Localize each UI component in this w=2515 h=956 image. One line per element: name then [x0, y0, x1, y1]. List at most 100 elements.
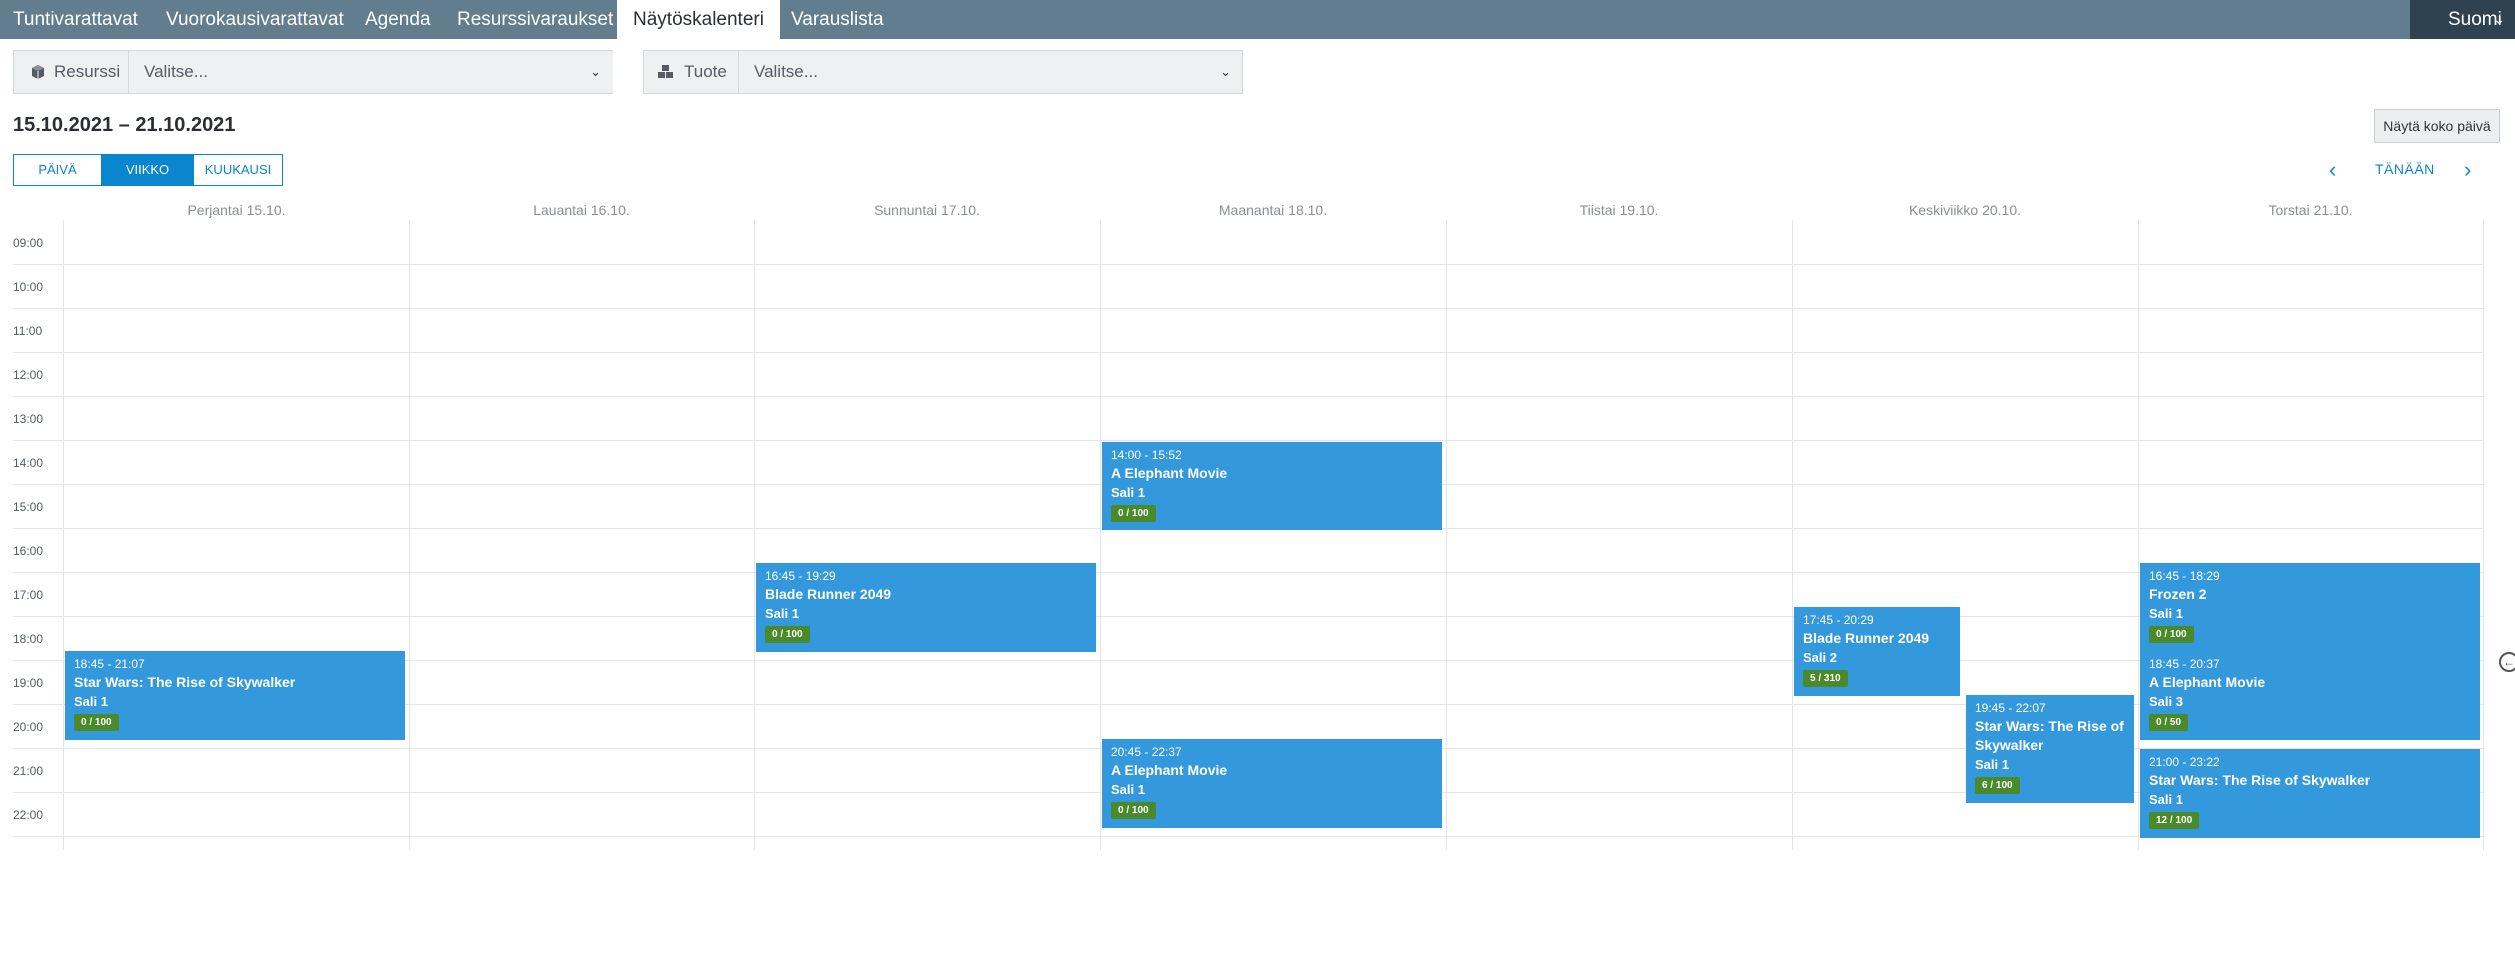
- tab-agenda[interactable]: Agenda: [365, 0, 431, 39]
- product-select[interactable]: Valitse... ⌄: [739, 51, 1243, 93]
- day-header: Sunnuntai 17.10.: [874, 202, 980, 218]
- grid-line: [1100, 220, 1101, 850]
- chevron-down-icon: ⌄: [590, 64, 601, 79]
- view-month-button[interactable]: KUUKAUSI: [194, 155, 282, 185]
- tab-varauslista[interactable]: Varauslista: [791, 0, 884, 39]
- event-title: A Elephant Movie: [2149, 674, 2266, 690]
- resource-select[interactable]: Valitse... ⌄: [129, 51, 613, 93]
- event-room: Sali 1: [1111, 485, 1145, 500]
- time-label: 11:00: [13, 324, 43, 338]
- chevron-right-icon[interactable]: ›: [2464, 159, 2471, 181]
- resource-filter-label: Resurssi: [14, 51, 129, 93]
- calendar-event[interactable]: 18:45 - 21:07 Star Wars: The Rise of Sky…: [65, 651, 405, 740]
- resource-select-value: Valitse...: [144, 62, 208, 81]
- event-room: Sali 1: [74, 694, 108, 709]
- event-title: Blade Runner 2049: [1803, 630, 1930, 646]
- event-capacity-badge: 5 / 310: [1803, 670, 1848, 687]
- event-time: 21:00 - 23:22: [2149, 755, 2220, 769]
- event-capacity-badge: 12 / 100: [2149, 812, 2200, 829]
- calendar-event[interactable]: 21:00 - 23:22 Star Wars: The Rise of Sky…: [2140, 749, 2480, 838]
- time-label: 09:00: [13, 236, 44, 250]
- grid-line: [13, 264, 2483, 265]
- grid-line: [13, 308, 2483, 309]
- event-capacity-badge: 0 / 100: [1111, 802, 1156, 819]
- calendar-event[interactable]: 19:45 - 22:07 Star Wars: The Rise of Sky…: [1966, 695, 2134, 803]
- product-filter: Tuote Valitse... ⌄: [643, 50, 1243, 94]
- calendar-event[interactable]: 20:45 - 22:37 A Elephant Movie Sali 1 0 …: [1102, 739, 1442, 828]
- event-time: 18:45 - 20:37: [2149, 657, 2220, 671]
- cubes-icon: [658, 65, 673, 78]
- event-room: Sali 3: [2149, 694, 2183, 709]
- grid-line: [409, 220, 410, 850]
- today-button[interactable]: TÄNÄÄN: [2375, 161, 2435, 177]
- chevron-left-icon[interactable]: ‹: [2329, 159, 2336, 181]
- time-label: 17:00: [13, 588, 44, 602]
- grid-line: [1792, 220, 1793, 850]
- grid-line: [754, 220, 755, 850]
- top-navigation: Tuntivarattavat Vuorokausivarattavat Age…: [0, 0, 2515, 39]
- calendar-event[interactable]: 18:45 - 20:37 A Elephant Movie Sali 3 0 …: [2140, 651, 2480, 740]
- event-room: Sali 1: [1111, 782, 1145, 797]
- time-label: 22:00: [13, 808, 44, 822]
- event-capacity-badge: 0 / 100: [765, 626, 810, 643]
- grid-line: [13, 440, 2483, 441]
- view-week-button[interactable]: VIIKKO: [102, 155, 194, 185]
- view-day-button[interactable]: PÄIVÄ: [14, 155, 102, 185]
- time-label: 14:00: [13, 456, 44, 470]
- calendar-event[interactable]: 14:00 - 15:52 A Elephant Movie Sali 1 0 …: [1102, 442, 1442, 530]
- time-label: 20:00: [13, 720, 44, 734]
- show-full-day-button[interactable]: Näytä koko päivä: [2374, 109, 2500, 143]
- grid-line: [13, 572, 2483, 573]
- event-capacity-badge: 0 / 100: [74, 714, 119, 731]
- day-header: Lauantai 16.10.: [533, 202, 630, 218]
- cube-icon: [32, 65, 44, 79]
- event-room: Sali 1: [2149, 792, 2183, 807]
- event-time: 16:45 - 19:29: [765, 569, 836, 583]
- chevron-down-icon: ⌄: [1220, 64, 1231, 79]
- day-header: Maanantai 18.10.: [1218, 202, 1328, 218]
- grid-line: [13, 836, 2483, 837]
- event-room: Sali 2: [1803, 650, 1837, 665]
- event-room: Sali 1: [765, 606, 799, 621]
- event-time: 17:45 - 20:29: [1803, 613, 1874, 627]
- grid-line: [2483, 220, 2484, 850]
- chevron-down-icon: ⌄: [2493, 11, 2505, 27]
- tab-resurssivaraukset[interactable]: Resurssivaraukset: [457, 0, 613, 39]
- event-capacity-badge: 0 / 100: [1111, 505, 1156, 522]
- event-title: Star Wars: The Rise of Skywalker: [2149, 772, 2371, 788]
- tab-naytoskalenteri[interactable]: Näytöskalenteri: [617, 0, 780, 39]
- grid-line: [13, 352, 2483, 353]
- time-label: 15:00: [13, 500, 44, 514]
- time-label: 19:00: [13, 676, 44, 690]
- arrow-left-circle-icon[interactable]: ←: [2499, 652, 2515, 672]
- event-title: Blade Runner 2049: [765, 586, 892, 602]
- product-filter-label-text: Tuote: [684, 62, 727, 81]
- grid-line: [1446, 220, 1447, 850]
- tab-tuntivarattavat[interactable]: Tuntivarattavat: [13, 0, 138, 39]
- view-switcher: PÄIVÄ VIIKKO KUUKAUSI: [13, 154, 283, 186]
- event-time: 18:45 - 21:07: [74, 657, 145, 671]
- event-title: Frozen 2: [2149, 586, 2207, 602]
- event-title: Star Wars: The Rise of Skywalker: [1975, 718, 2124, 753]
- day-header: Keskiviikko 20.10.: [1908, 202, 2022, 218]
- event-title: A Elephant Movie: [1111, 465, 1228, 481]
- grid-line: [13, 396, 2483, 397]
- calendar-event[interactable]: 17:45 - 20:29 Blade Runner 2049 Sali 2 5…: [1794, 607, 1960, 696]
- event-time: 19:45 - 22:07: [1975, 701, 2046, 715]
- event-capacity-badge: 0 / 100: [2149, 626, 2194, 643]
- language-selector[interactable]: Suomi ⌄: [2410, 0, 2515, 39]
- product-filter-label: Tuote: [644, 51, 739, 93]
- resource-filter-label-text: Resurssi: [54, 62, 121, 81]
- time-label: 13:00: [13, 412, 44, 426]
- grid-line: [2138, 220, 2139, 850]
- event-room: Sali 1: [2149, 606, 2183, 621]
- day-header: Perjantai 15.10.: [187, 202, 286, 218]
- event-title: Star Wars: The Rise of Skywalker: [74, 674, 296, 690]
- tab-vuorokausivarattavat[interactable]: Vuorokausivarattavat: [166, 0, 344, 39]
- calendar-event[interactable]: 16:45 - 18:29 Frozen 2 Sali 1 0 / 100: [2140, 563, 2480, 651]
- week-calendar: Perjantai 15.10. Lauantai 16.10. Sunnunt…: [0, 200, 2515, 860]
- calendar-event[interactable]: 16:45 - 19:29 Blade Runner 2049 Sali 1 0…: [756, 563, 1096, 652]
- event-time: 16:45 - 18:29: [2149, 569, 2220, 583]
- time-label: 16:00: [13, 544, 44, 558]
- time-label: 18:00: [13, 632, 44, 646]
